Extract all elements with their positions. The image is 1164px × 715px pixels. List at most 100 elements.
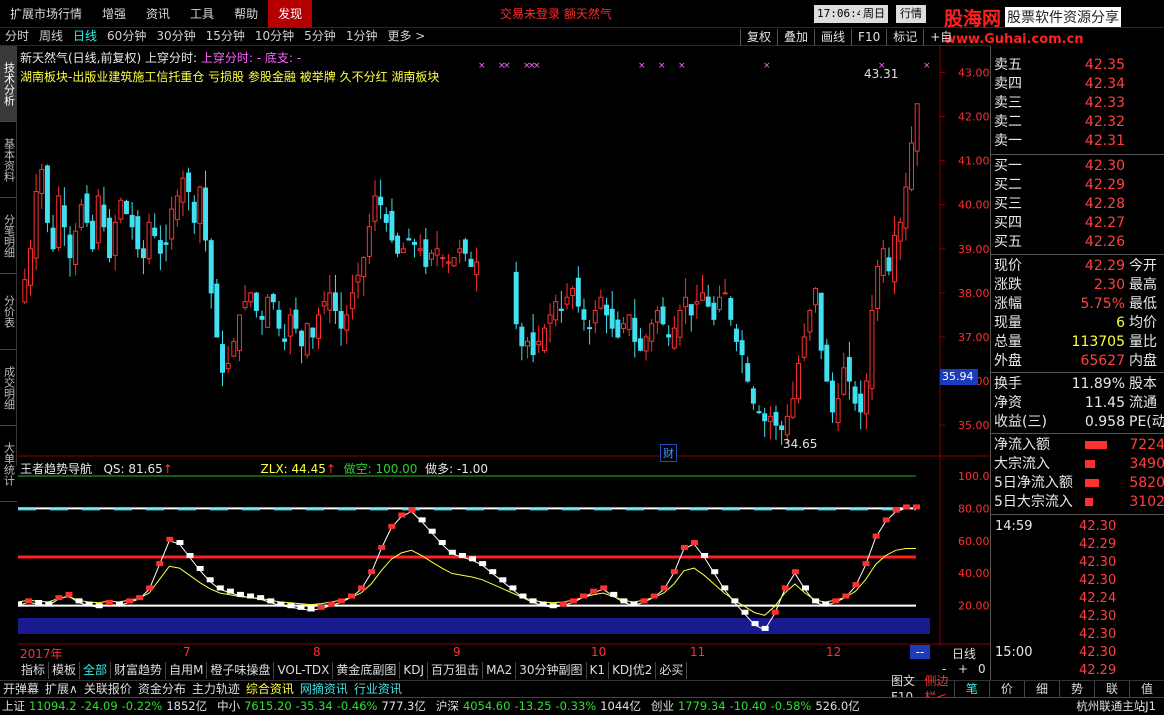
server-status[interactable]: 杭州联通主站J1 xyxy=(1074,698,1164,715)
trend-box xyxy=(751,621,759,627)
fund-flow-row[interactable]: 5日净流入额 5820 xyxy=(991,474,1164,493)
add-custom-button[interactable]: +自 xyxy=(923,28,958,46)
side-tab-tech[interactable]: 技术分析 xyxy=(0,46,17,122)
fund-distribution-button[interactable]: 资金分布 xyxy=(135,681,189,697)
digest-news-button[interactable]: 网摘资讯 xyxy=(297,681,351,697)
tab-kdj[interactable]: KDJ xyxy=(400,661,429,679)
period-daily[interactable]: 日线 xyxy=(68,28,102,45)
tab-detail[interactable]: 细 xyxy=(1023,680,1059,697)
tab-gold-bottom[interactable]: 黄金底副图 xyxy=(333,661,401,679)
tab-kdj-opt2[interactable]: KDJ优2 xyxy=(609,661,657,679)
tab-trend[interactable]: 势 xyxy=(1058,680,1094,697)
period-intraday[interactable]: 分时 xyxy=(0,28,34,45)
period-5min[interactable]: 5分钟 xyxy=(299,28,341,45)
side-tab-ticks[interactable]: 分笔明细 xyxy=(0,198,17,274)
scroll-indicator[interactable]: -- xyxy=(910,645,930,659)
quote-label-2: 内盘 xyxy=(1129,353,1157,369)
tick-price: 42.30 xyxy=(1079,645,1117,660)
candle-body xyxy=(293,309,299,329)
tab-trades[interactable]: 笔 xyxy=(953,680,989,697)
indicator-name[interactable]: 王者趋势导航 xyxy=(20,462,92,476)
menu-enhance[interactable]: 增强 xyxy=(92,0,136,28)
login-notice[interactable]: 交易未登录 额天然气 xyxy=(500,0,612,28)
trend-box xyxy=(287,603,295,609)
menu-extended-market[interactable]: 扩展市场行情 xyxy=(0,0,92,28)
tick-row: 42.30 xyxy=(991,626,1164,644)
tab-all[interactable]: 全部 xyxy=(80,661,112,679)
tab-template[interactable]: 模板 xyxy=(49,661,81,679)
side-tab-trades[interactable]: 成交明细 xyxy=(0,350,17,426)
fuquan-button[interactable]: 复权 xyxy=(740,28,777,46)
index-label[interactable]: 上证 xyxy=(0,698,27,715)
main-force-button[interactable]: 主力轨迹 xyxy=(189,681,243,697)
candle-body xyxy=(163,242,169,245)
menu-help[interactable]: 帮助 xyxy=(224,0,268,28)
tab-vol-tdx[interactable]: VOL-TDX xyxy=(274,661,334,679)
overlay-button[interactable]: 叠加 xyxy=(777,28,814,46)
candle-body xyxy=(389,211,395,241)
index-label[interactable]: 中小 xyxy=(215,698,242,715)
month-label: 10 xyxy=(591,645,607,659)
tab-ma2[interactable]: MA2 xyxy=(483,661,517,679)
flow-label: 5日大宗流入 xyxy=(994,494,1073,510)
fund-flow-row[interactable]: 5日大宗流入 3102 xyxy=(991,493,1164,512)
candle-body xyxy=(553,301,559,321)
quote-label: 卖二 xyxy=(994,114,1022,130)
mark-button[interactable]: 标记 xyxy=(886,28,923,46)
period-30min[interactable]: 30分钟 xyxy=(151,28,200,45)
tab-indicator[interactable]: 指标 xyxy=(18,661,50,679)
danmu-button[interactable]: 开弹幕 xyxy=(0,681,42,697)
tab-linked[interactable]: 联 xyxy=(1093,680,1129,697)
quote-button[interactable]: 行情 xyxy=(896,5,926,23)
period-weekly[interactable]: 周线 xyxy=(34,28,68,45)
industry-news-button[interactable]: 行业资讯 xyxy=(351,681,405,697)
tab-k1[interactable]: K1 xyxy=(587,661,610,679)
period-1min[interactable]: 1分钟 xyxy=(341,28,383,45)
period-15min[interactable]: 15分钟 xyxy=(201,28,250,45)
general-news-button[interactable]: 综合资讯 xyxy=(243,681,297,697)
index-label[interactable]: 沪深 xyxy=(434,698,461,715)
f10-button[interactable]: F10 xyxy=(851,28,886,46)
tab-prices[interactable]: 价 xyxy=(988,680,1024,697)
panel-switch-bar: 图文F10 侧边栏< 笔 价 细 势 联 值 xyxy=(887,674,1164,704)
finance-marker[interactable]: 财 xyxy=(660,444,677,462)
tab-value[interactable]: 值 xyxy=(1128,680,1164,697)
fund-flow-row[interactable]: 净流入额 7224 xyxy=(991,436,1164,455)
candle-body xyxy=(829,380,835,413)
period-10min[interactable]: 10分钟 xyxy=(250,28,299,45)
candle-body xyxy=(56,195,62,248)
index-label[interactable]: 创业 xyxy=(649,698,676,715)
bid-row: 买四 42.27 xyxy=(991,214,1164,233)
tab-custom-m[interactable]: 自用M xyxy=(166,661,208,679)
tab-must-buy[interactable]: 必买 xyxy=(656,661,688,679)
price-chart[interactable]: × ×× ××× × × × × × × 43.0042.0041.0040.0039.0038… xyxy=(18,46,990,646)
draw-button[interactable]: 画线 xyxy=(814,28,851,46)
candle-body xyxy=(412,241,417,245)
period-more[interactable]: 更多 > xyxy=(382,28,430,45)
tab-30min-sub[interactable]: 30分钟副图 xyxy=(516,661,587,679)
trend-box xyxy=(892,507,900,513)
sector-tags[interactable]: 湖南板块-出版业建筑施工信托重仓 亏损股 参股金融 被举牌 久不分红 湖南板块 xyxy=(20,68,439,85)
menu-news[interactable]: 资讯 xyxy=(136,0,180,28)
period-60min[interactable]: 60分钟 xyxy=(102,28,151,45)
expand-button[interactable]: 扩展∧ xyxy=(42,681,81,697)
side-tab-basic[interactable]: 基本资料 xyxy=(0,122,17,198)
trend-box xyxy=(862,561,870,567)
menu-discover[interactable]: 发现 xyxy=(268,0,313,28)
trend-box xyxy=(600,585,608,591)
related-quote-button[interactable]: 关联报价 xyxy=(81,681,135,697)
candle-body xyxy=(457,248,463,253)
side-tab-price-table[interactable]: 分价表 xyxy=(0,274,17,350)
menu-tools[interactable]: 工具 xyxy=(180,0,224,28)
fund-flow-row[interactable]: 大宗流入 3490 xyxy=(991,455,1164,474)
trend-box xyxy=(620,598,628,604)
quote-value: 65627 xyxy=(1080,353,1125,369)
side-tab-bigorders[interactable]: 大单统计 xyxy=(0,426,17,502)
tab-orange[interactable]: 橙子味操盘 xyxy=(207,661,275,679)
zoom-in-button[interactable]: + xyxy=(958,662,968,676)
stat-row: 现价 42.29 今开 xyxy=(991,257,1164,276)
tab-million-snipe[interactable]: 百万狙击 xyxy=(428,661,484,679)
tab-wealth-trend[interactable]: 财富趋势 xyxy=(111,661,167,679)
reset-zoom-button[interactable]: 0 xyxy=(978,662,986,676)
candle-body xyxy=(338,310,344,329)
